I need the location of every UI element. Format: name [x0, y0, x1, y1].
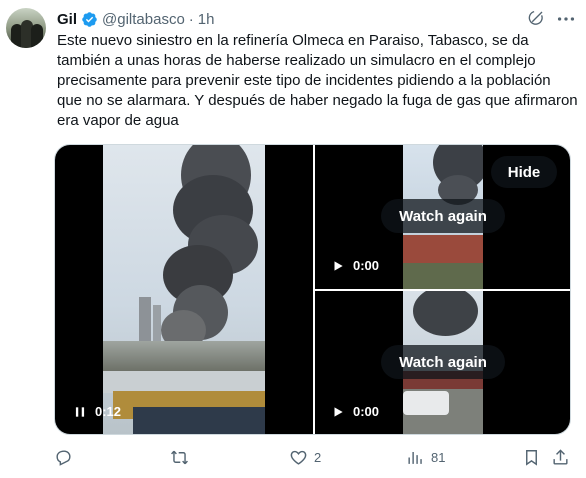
main-video-timestamp: 0:12 — [95, 404, 122, 419]
top-right-video-controls[interactable]: 0:00 — [331, 258, 379, 273]
heart-icon — [290, 450, 307, 465]
main-video-controls[interactable]: 0:12 — [73, 404, 121, 419]
reply-button[interactable] — [54, 448, 73, 467]
grok-icon[interactable] — [527, 9, 545, 27]
like-count: 2 — [314, 450, 322, 465]
play-icon[interactable] — [331, 259, 345, 273]
tweet-actions: 2 81 — [54, 446, 578, 470]
video-player-top-right[interactable]: Hide Watch again 0:00 — [315, 145, 570, 289]
share-button[interactable] — [551, 448, 570, 467]
views-button[interactable]: 81 — [406, 448, 445, 467]
bookmark-button[interactable] — [522, 448, 541, 467]
hide-button[interactable]: Hide — [491, 156, 557, 188]
video-frame-refinery-smoke — [103, 145, 265, 434]
tweet-text: Este nuevo siniestro en la refinería Olm… — [57, 32, 578, 129]
retweet-icon — [171, 450, 188, 465]
share-icon — [553, 449, 568, 465]
separator-dot: · — [188, 10, 194, 28]
author-name[interactable]: Gil — [57, 11, 77, 28]
views-count: 81 — [431, 450, 446, 465]
bookmark-icon — [526, 450, 537, 466]
tweet-header: Gil @giltabasco · 1h — [57, 9, 214, 29]
watch-again-button[interactable]: Watch again — [381, 199, 505, 233]
retweet-button[interactable] — [170, 448, 189, 467]
video-player-main[interactable]: 0:12 — [55, 145, 313, 434]
media-grid: 0:12 Hide Watch again 0:00 Watch again 0… — [54, 144, 571, 435]
video-player-bottom-right[interactable]: Watch again 0:00 — [315, 291, 570, 434]
like-button[interactable]: 2 — [289, 448, 321, 467]
top-right-video-timestamp: 0:00 — [353, 258, 380, 273]
author-handle[interactable]: @giltabasco — [102, 11, 185, 28]
bottom-right-video-timestamp: 0:00 — [353, 404, 380, 419]
verified-badge-icon — [82, 11, 97, 27]
watch-again-button-2[interactable]: Watch again — [381, 345, 505, 379]
views-icon — [408, 451, 422, 464]
avatar[interactable] — [6, 8, 46, 48]
post-time[interactable]: 1h — [198, 11, 215, 28]
more-options-icon[interactable] — [555, 8, 577, 30]
pause-icon[interactable] — [73, 405, 87, 419]
bottom-right-video-controls[interactable]: 0:00 — [331, 404, 379, 419]
play-icon[interactable] — [331, 405, 345, 419]
reply-icon — [56, 450, 71, 466]
